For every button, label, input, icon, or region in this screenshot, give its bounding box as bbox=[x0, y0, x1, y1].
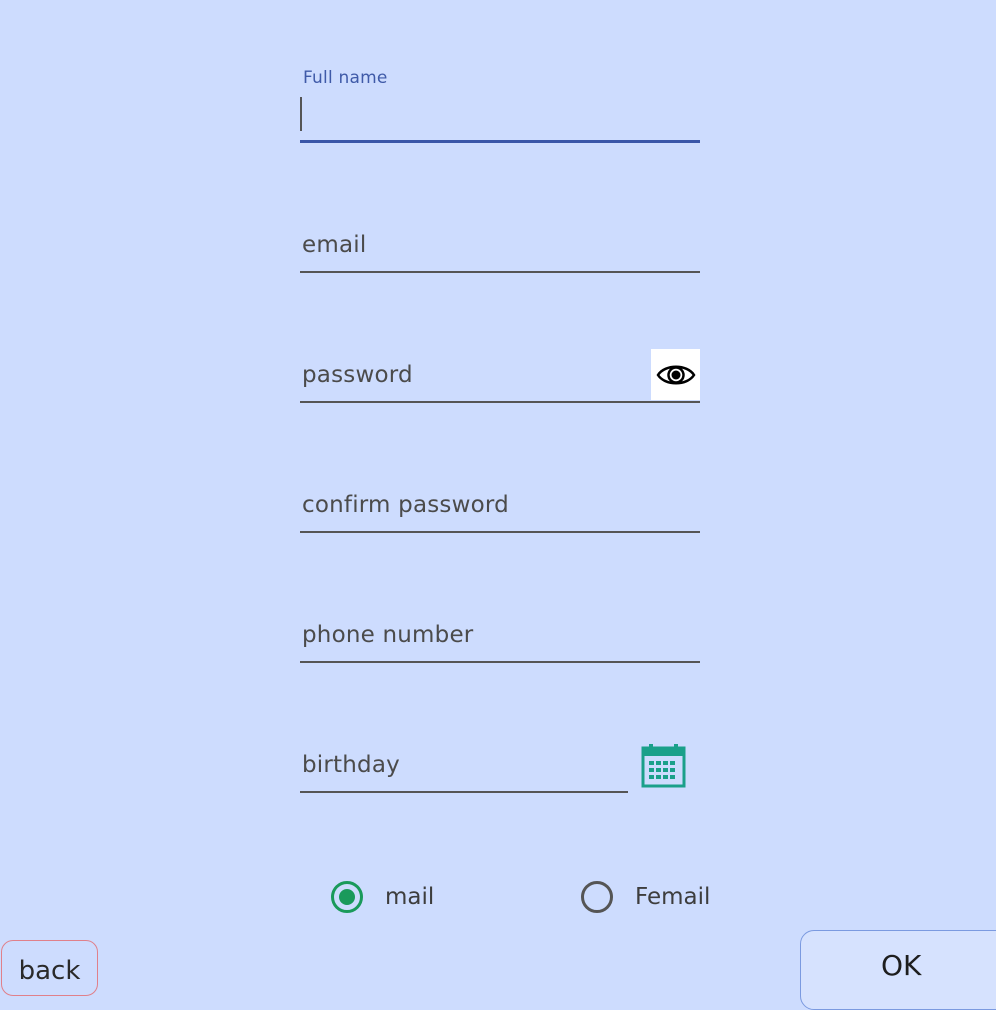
birthday-underline bbox=[300, 791, 628, 793]
full-name-underline bbox=[300, 140, 700, 143]
email-field[interactable]: email bbox=[300, 230, 700, 280]
full-name-field[interactable]: Full name bbox=[300, 68, 700, 148]
gender-radio-femail[interactable]: Femail bbox=[581, 881, 710, 913]
back-button[interactable]: back bbox=[1, 940, 98, 996]
password-field[interactable]: password bbox=[300, 360, 700, 410]
show-password-button[interactable] bbox=[651, 349, 700, 400]
birthday-placeholder: birthday bbox=[302, 752, 400, 778]
gender-option-label: Femail bbox=[635, 884, 711, 910]
calendar-icon bbox=[641, 744, 686, 788]
phone-number-placeholder: phone number bbox=[302, 622, 474, 648]
ok-button-label: OK bbox=[881, 949, 922, 982]
confirm-password-field[interactable]: confirm password bbox=[300, 490, 700, 540]
radio-button-checked[interactable] bbox=[331, 881, 363, 913]
phone-number-field[interactable]: phone number bbox=[300, 620, 700, 670]
email-placeholder: email bbox=[302, 232, 367, 258]
gender-option-label: mail bbox=[385, 884, 435, 910]
confirm-password-underline bbox=[300, 531, 700, 533]
back-button-label: back bbox=[18, 956, 81, 986]
radio-button-unchecked[interactable] bbox=[581, 881, 613, 913]
phone-number-underline bbox=[300, 661, 700, 663]
email-underline bbox=[300, 271, 700, 273]
password-underline bbox=[300, 401, 700, 403]
text-caret bbox=[300, 97, 302, 131]
birthday-picker-button[interactable] bbox=[641, 744, 686, 788]
eye-icon bbox=[656, 365, 695, 384]
full-name-label: Full name bbox=[303, 68, 388, 88]
gender-radio-mail[interactable]: mail bbox=[331, 881, 434, 913]
password-placeholder: password bbox=[302, 362, 413, 388]
confirm-password-placeholder: confirm password bbox=[302, 492, 509, 518]
ok-button[interactable]: OK bbox=[800, 930, 996, 1010]
birthday-field[interactable]: birthday bbox=[300, 750, 628, 800]
